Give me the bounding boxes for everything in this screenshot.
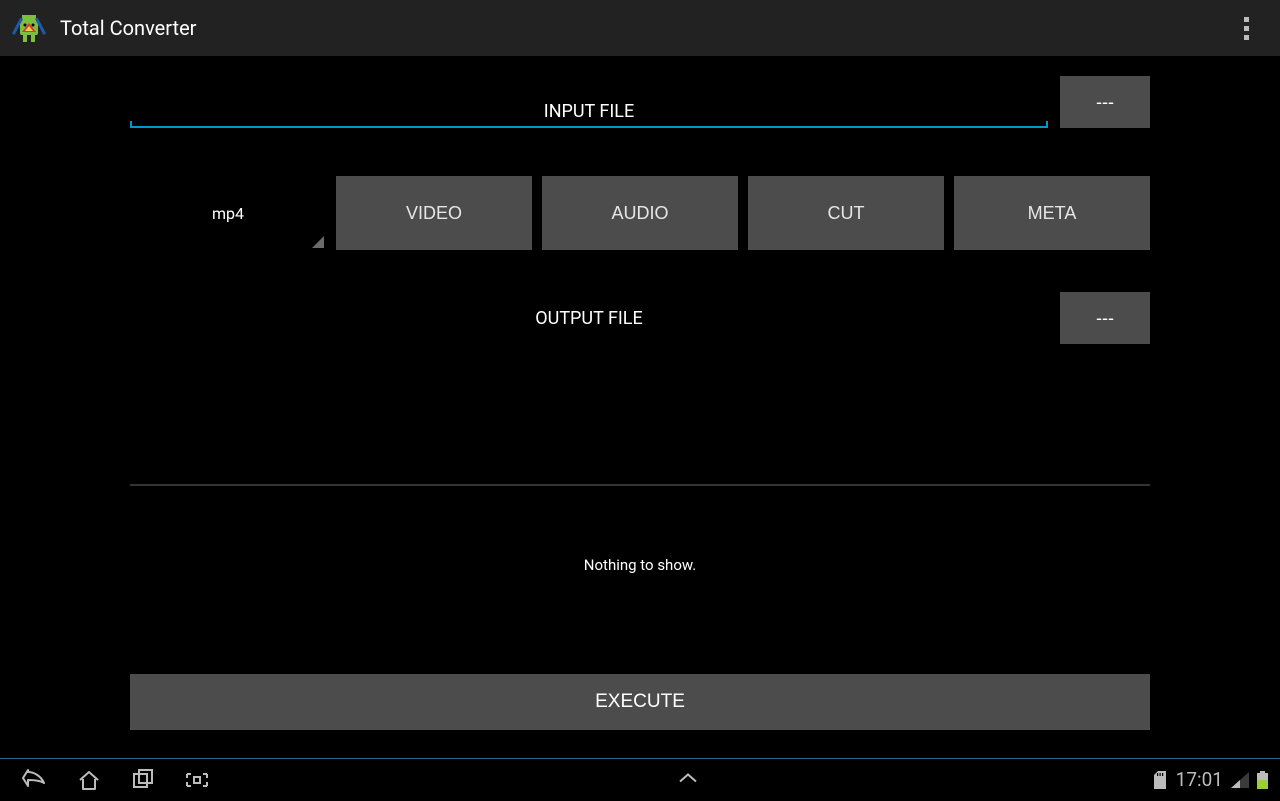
app-icon (12, 11, 46, 45)
home-icon[interactable] (62, 759, 116, 801)
output-browse-button[interactable]: --- (1060, 292, 1150, 344)
back-icon[interactable] (8, 759, 62, 801)
app-bar: Total Converter (0, 0, 1280, 56)
input-file-label: INPUT FILE (544, 101, 634, 128)
tab-audio[interactable]: AUDIO (542, 176, 738, 250)
recent-apps-icon[interactable] (116, 759, 170, 801)
nav-expand-icon[interactable] (677, 770, 699, 789)
status-text: Nothing to show. (130, 556, 1150, 574)
system-nav-bar: 17:01 (0, 758, 1280, 800)
battery-icon (1257, 771, 1268, 789)
tab-video[interactable]: VIDEO (336, 176, 532, 250)
status-clock: 17:01 (1176, 768, 1223, 791)
spinner-caret-icon (312, 236, 324, 248)
signal-icon (1231, 772, 1249, 788)
app-title: Total Converter (60, 16, 196, 40)
screenshot-icon[interactable] (170, 759, 224, 801)
divider (130, 484, 1150, 486)
tab-meta[interactable]: META (954, 176, 1150, 250)
execute-button[interactable]: EXECUTE (130, 674, 1150, 730)
input-file-field[interactable]: INPUT FILE (130, 78, 1048, 128)
output-file-label: OUTPUT FILE (130, 308, 1048, 329)
format-spinner-value: mp4 (212, 204, 244, 223)
input-browse-button[interactable]: --- (1060, 76, 1150, 128)
format-spinner[interactable]: mp4 (130, 176, 326, 250)
tab-cut[interactable]: CUT (748, 176, 944, 250)
sdcard-icon (1152, 771, 1168, 789)
overflow-menu-icon[interactable] (1230, 8, 1262, 48)
